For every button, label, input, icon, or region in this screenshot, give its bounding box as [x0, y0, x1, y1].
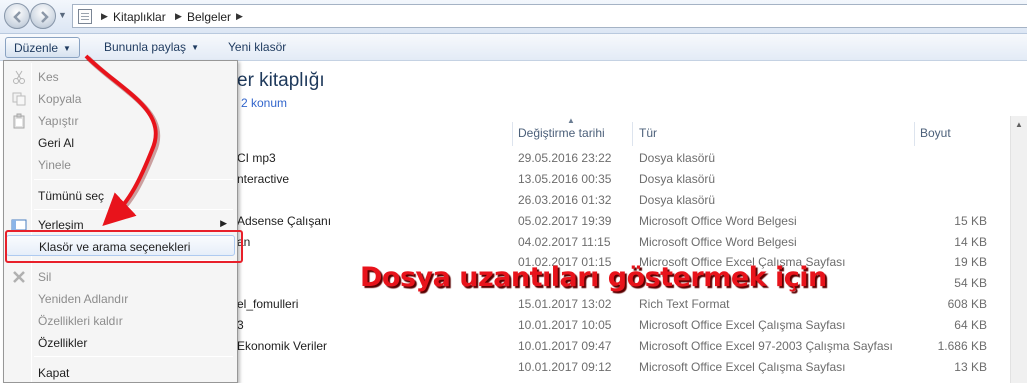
annotation-text: Dosya uzantıları göstermek için — [360, 262, 827, 293]
annotation-arrow-icon — [84, 54, 161, 226]
